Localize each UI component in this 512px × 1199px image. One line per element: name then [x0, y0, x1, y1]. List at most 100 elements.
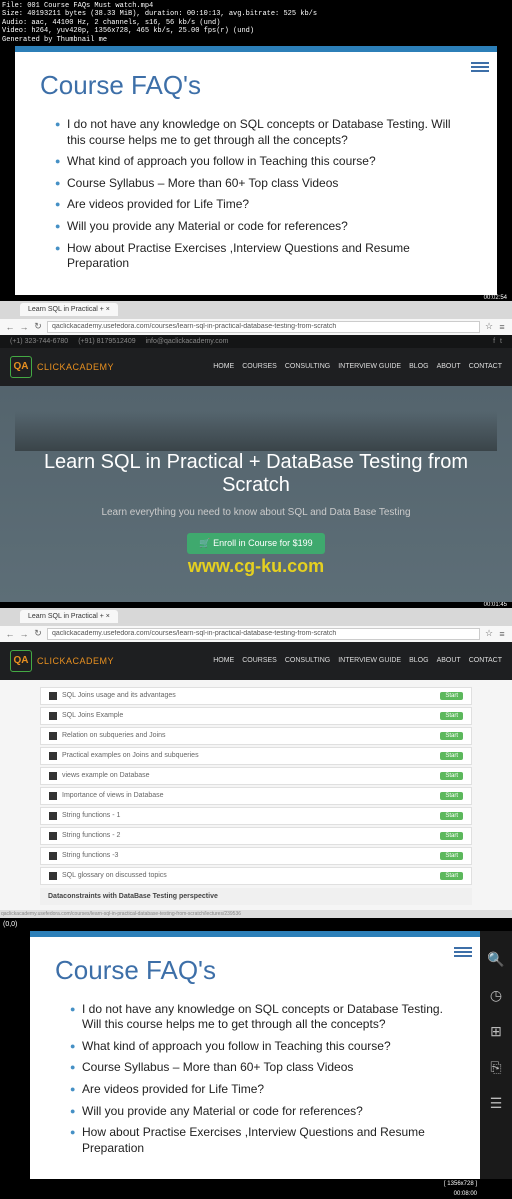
logo[interactable]: QA CLICKACADEMY	[10, 650, 114, 672]
list-item[interactable]: Importance of views in DatabaseStart	[40, 787, 472, 805]
video-icon	[49, 812, 57, 820]
file-info-video: Video: h264, yuv420p, 1356x728, 465 kb/s…	[2, 27, 510, 35]
browser-chrome-2: Learn SQL in Practical + × ← → ↻ ☆ ≡	[0, 608, 512, 642]
video-icon	[49, 712, 57, 720]
hero-title: Learn SQL in Practical + DataBase Testin…	[15, 451, 497, 497]
slide-bullets: I do not have any knowledge on SQL conce…	[30, 994, 480, 1180]
bullet-item: How about Practise Exercises ,Interview …	[70, 1122, 450, 1159]
list-item[interactable]: Relation on subqueries and JoinsStart	[40, 727, 472, 745]
menu-icon[interactable]: ≡	[497, 322, 507, 332]
list-item[interactable]: String functions -3Start	[40, 847, 472, 865]
twitter-icon[interactable]: t	[500, 338, 502, 345]
hero-subtitle: Learn everything you need to know about …	[15, 507, 497, 518]
search-icon[interactable]: 🔍	[487, 951, 505, 969]
nav-about[interactable]: ABOUT	[437, 657, 461, 664]
bullet-item: How about Practise Exercises ,Interview …	[55, 238, 467, 275]
hero-section: Learn SQL in Practical + DataBase Testin…	[0, 386, 512, 602]
start-button[interactable]: Start	[440, 712, 463, 720]
menu-icon	[454, 945, 472, 959]
enroll-button[interactable]: 🛒 Enroll in Course for $199	[187, 533, 324, 554]
file-info-header: File: 001 Course FAQs Must watch.mp4 Siz…	[0, 0, 512, 46]
start-button[interactable]: Start	[440, 872, 463, 880]
start-button[interactable]: Start	[440, 692, 463, 700]
exit-icon[interactable]: ⎘	[487, 1059, 505, 1077]
bullet-item: I do not have any knowledge on SQL conce…	[70, 999, 450, 1036]
start-button[interactable]: Start	[440, 812, 463, 820]
start-button[interactable]: Start	[440, 752, 463, 760]
back-icon[interactable]: ←	[5, 629, 15, 639]
slide-title: Course FAQ's	[30, 937, 480, 994]
nav-interview[interactable]: INTERVIEW GUIDE	[338, 363, 401, 370]
video-icon	[49, 832, 57, 840]
bullet-item: Are videos provided for Life Time?	[55, 194, 467, 216]
facebook-icon[interactable]: f	[493, 338, 495, 345]
logo-text: CLICKACADEMY	[37, 362, 114, 372]
coord-label: (0,0)	[0, 918, 512, 931]
list-icon[interactable]: ☰	[487, 1095, 505, 1113]
doc-icon	[49, 872, 57, 880]
nav-courses[interactable]: COURSES	[242, 657, 277, 664]
list-item[interactable]: String functions - 1Start	[40, 807, 472, 825]
nav-about[interactable]: ABOUT	[437, 363, 461, 370]
start-button[interactable]: Start	[440, 792, 463, 800]
logo[interactable]: QA CLICKACADEMY	[10, 356, 114, 378]
bullet-item: Will you provide any Material or code fo…	[70, 1101, 450, 1123]
list-item[interactable]: String functions - 2Start	[40, 827, 472, 845]
logo-icon: QA	[10, 356, 32, 378]
nav-contact[interactable]: CONTACT	[469, 657, 502, 664]
timestamp: 00:08:00	[0, 1189, 512, 1199]
start-button[interactable]: Start	[440, 772, 463, 780]
file-info-audio: Audio: aac, 44100 Hz, 2 channels, s16, 5…	[2, 19, 510, 27]
slide-title: Course FAQ's	[15, 52, 497, 109]
watermark: www.cg-ku.com	[15, 556, 497, 577]
start-button[interactable]: Start	[440, 732, 463, 740]
reload-icon[interactable]: ↻	[33, 322, 43, 332]
site-header-1: (+1) 323-744-6780 (+91) 8179512409 info@…	[0, 335, 512, 386]
list-item[interactable]: SQL Joins usage and its advantagesStart	[40, 687, 472, 705]
bullet-item: Are videos provided for Life Time?	[70, 1079, 450, 1101]
nav-home[interactable]: HOME	[213, 363, 234, 370]
video-icon	[49, 852, 57, 860]
star-icon[interactable]: ☆	[484, 322, 494, 332]
ubuntu-icon[interactable]: ◷	[487, 987, 505, 1005]
video-icon	[49, 692, 57, 700]
file-info-file: File: 001 Course FAQs Must watch.mp4	[2, 2, 510, 10]
site-header-2: QA CLICKACADEMY HOME COURSES CONSULTING …	[0, 642, 512, 680]
nav-courses[interactable]: COURSES	[242, 363, 277, 370]
side-dock: 🔍 ◷ ⊞ ⎘ ☰	[480, 931, 512, 1180]
forward-icon[interactable]: →	[19, 322, 29, 332]
browser-tab[interactable]: Learn SQL in Practical + ×	[20, 303, 118, 316]
forward-icon[interactable]: →	[19, 629, 29, 639]
video-icon	[49, 752, 57, 760]
bullet-item: Course Syllabus – More than 60+ Top clas…	[70, 1057, 450, 1079]
nav-blog[interactable]: BLOG	[409, 363, 428, 370]
course-list: SQL Joins usage and its advantagesStart …	[0, 680, 512, 910]
menu-icon[interactable]: ≡	[497, 629, 507, 639]
windows-icon[interactable]: ⊞	[487, 1023, 505, 1041]
start-button[interactable]: Start	[440, 832, 463, 840]
list-item[interactable]: SQL Joins ExampleStart	[40, 707, 472, 725]
slide-panel-2: Course FAQ's I do not have any knowledge…	[0, 931, 512, 1180]
url-input[interactable]	[47, 321, 480, 333]
list-item[interactable]: Practical examples on Joins and subqueri…	[40, 747, 472, 765]
address-bar: ← → ↻ ☆ ≡	[0, 626, 512, 642]
video-icon	[49, 772, 57, 780]
list-item[interactable]: SQL glossary on discussed topicsStart	[40, 867, 472, 885]
nav-consulting[interactable]: CONSULTING	[285, 657, 330, 664]
reload-icon[interactable]: ↻	[33, 629, 43, 639]
list-item[interactable]: views example on DatabaseStart	[40, 767, 472, 785]
logo-icon: QA	[10, 650, 32, 672]
star-icon[interactable]: ☆	[484, 629, 494, 639]
start-button[interactable]: Start	[440, 852, 463, 860]
nav-home[interactable]: HOME	[213, 657, 234, 664]
nav-blog[interactable]: BLOG	[409, 657, 428, 664]
url-input[interactable]	[47, 628, 480, 640]
nav-contact[interactable]: CONTACT	[469, 363, 502, 370]
nav-interview[interactable]: INTERVIEW GUIDE	[338, 657, 401, 664]
back-icon[interactable]: ←	[5, 322, 15, 332]
bullet-item: Course Syllabus – More than 60+ Top clas…	[55, 173, 467, 195]
browser-tab[interactable]: Learn SQL in Practical + ×	[20, 610, 118, 623]
nav-links: HOME COURSES CONSULTING INTERVIEW GUIDE …	[213, 657, 502, 664]
nav-consulting[interactable]: CONSULTING	[285, 363, 330, 370]
address-bar: ← → ↻ ☆ ≡	[0, 319, 512, 335]
